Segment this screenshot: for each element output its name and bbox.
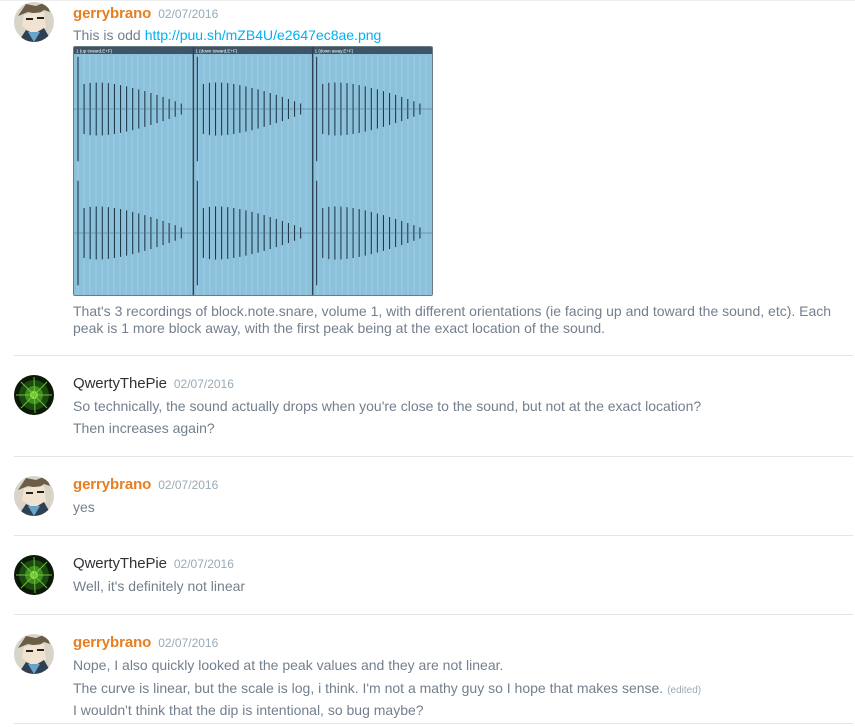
anime-avatar-icon xyxy=(14,2,54,42)
anime-avatar-icon xyxy=(14,476,54,516)
green-burst-avatar-icon xyxy=(14,375,54,415)
top-border xyxy=(0,0,855,1)
avatar[interactable] xyxy=(14,476,54,516)
message-divider xyxy=(14,355,853,356)
message-text: This is odd http://puu.sh/mZB4U/e2647ec8a… xyxy=(73,26,381,44)
author-name[interactable]: gerrybrano xyxy=(73,476,151,493)
message-link[interactable]: http://puu.sh/mZB4U/e2647ec8ae.png xyxy=(145,27,382,43)
message-text-part: This is odd xyxy=(73,27,141,43)
timestamp: 02/07/2016 xyxy=(158,7,219,21)
message-divider xyxy=(14,614,853,615)
message-text-part: The curve is linear, but the scale is lo… xyxy=(73,680,664,696)
image-panel-label: 1 (down toward,E+F) xyxy=(195,49,237,54)
message-header: gerrybrano 02/07/2016 xyxy=(73,5,218,23)
message-header: gerrybrano 02/07/2016 xyxy=(73,476,218,494)
message-line: Then increases again? xyxy=(73,420,215,436)
author-name[interactable]: QwertyThePie xyxy=(73,555,167,572)
timestamp: 02/07/2016 xyxy=(158,636,219,650)
message-divider xyxy=(14,535,853,536)
avatar[interactable] xyxy=(14,555,54,595)
message-line: So technically, the sound actually drops… xyxy=(73,398,702,414)
message-divider xyxy=(14,723,853,724)
message-line: yes xyxy=(73,499,95,515)
avatar[interactable] xyxy=(14,634,54,674)
message-header: QwertyThePie 02/07/2016 xyxy=(73,375,234,393)
message-divider xyxy=(14,456,853,457)
message-line: peak is 1 more block away, with the firs… xyxy=(73,320,606,336)
message-header: QwertyThePie 02/07/2016 xyxy=(73,555,234,573)
timestamp: 02/07/2016 xyxy=(173,377,234,391)
timestamp: 02/07/2016 xyxy=(173,557,234,571)
message-line: The curve is linear, but the scale is lo… xyxy=(73,679,701,700)
message-line: Nope, I also quickly looked at the peak … xyxy=(73,657,504,673)
author-name[interactable]: gerrybrano xyxy=(73,5,151,22)
message-line: Well, it's definitely not linear xyxy=(73,578,246,594)
message-line: That's 3 recordings of block.note.snare,… xyxy=(73,303,832,319)
timestamp: 02/07/2016 xyxy=(158,478,219,492)
edited-label: (edited) xyxy=(667,685,702,696)
waveform-image: 1 (up toward,E+F) 1 (down toward,E+F) 1 (d… xyxy=(74,47,432,295)
image-panel-label: 1 (up toward,E+F) xyxy=(76,49,113,54)
message-line: I wouldn't think that the dip is intenti… xyxy=(73,702,424,718)
image-panel-label: 1 (down away,E+F) xyxy=(315,49,354,54)
author-name[interactable]: QwertyThePie xyxy=(73,375,167,392)
avatar[interactable] xyxy=(14,2,54,42)
avatar[interactable] xyxy=(14,375,54,415)
green-burst-avatar-icon xyxy=(14,555,54,595)
message-header: gerrybrano 02/07/2016 xyxy=(73,634,218,652)
anime-avatar-icon xyxy=(14,634,54,674)
author-name[interactable]: gerrybrano xyxy=(73,634,151,651)
image-attachment[interactable]: 1 (up toward,E+F) 1 (down toward,E+F) 1 (d… xyxy=(73,46,433,296)
